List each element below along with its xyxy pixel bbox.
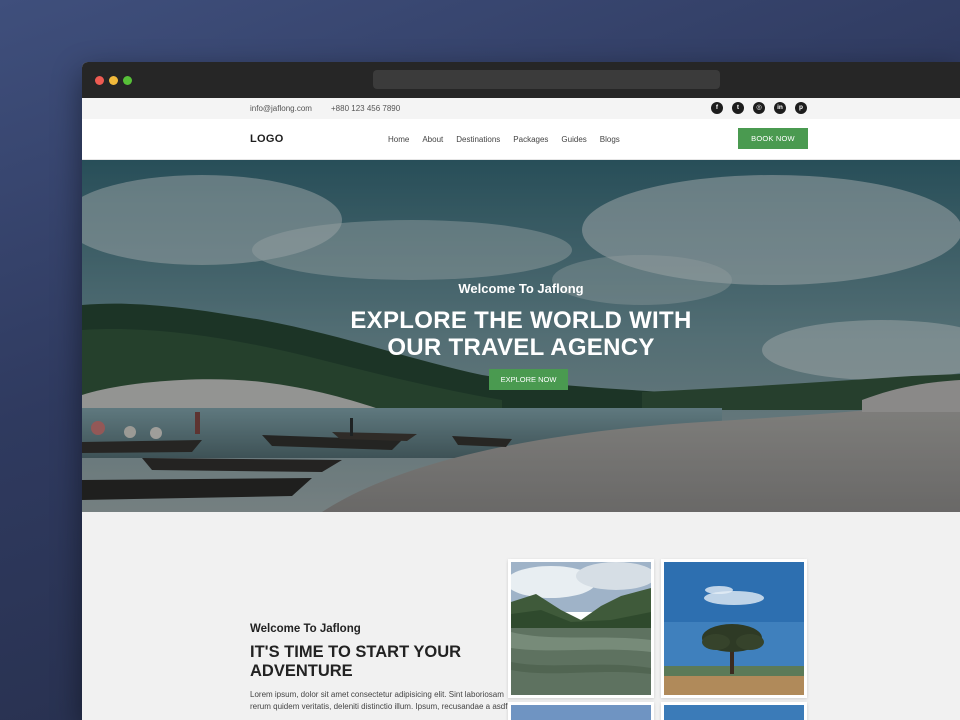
instagram-icon[interactable]: ◎ bbox=[753, 102, 765, 114]
nav-item-guides[interactable]: Guides bbox=[561, 135, 586, 144]
nav-item-blogs[interactable]: Blogs bbox=[600, 135, 620, 144]
hero-banner: Welcome To Jaflong EXPLORE THE WORLD WIT… bbox=[82, 160, 960, 512]
nav-item-destinations[interactable]: Destinations bbox=[456, 135, 500, 144]
main-navbar: LOGO Home About Destinations Packages Gu… bbox=[82, 119, 960, 160]
hero-title-line-1: EXPLORE THE WORLD WITH bbox=[350, 307, 692, 334]
explore-now-button[interactable]: EXPLORE NOW bbox=[489, 369, 568, 390]
about-heading-line-2: ADVENTURE bbox=[250, 662, 353, 680]
nav-menu: Home About Destinations Packages Guides … bbox=[388, 135, 620, 144]
maximize-window-button[interactable] bbox=[123, 76, 132, 85]
site-logo[interactable]: LOGO bbox=[250, 133, 284, 145]
contact-topbar: info@jaflong.com +880 123 456 7890 f t ◎… bbox=[82, 98, 960, 119]
hero-title-line-2: OUR TRAVEL AGENCY bbox=[387, 334, 655, 361]
about-body-text: Lorem ipsum, dolor sit amet consectetur … bbox=[250, 690, 508, 711]
about-heading: IT'S TIME TO START YOUR ADVENTURE bbox=[250, 643, 490, 681]
gallery-photo-river[interactable] bbox=[508, 559, 654, 698]
book-now-button[interactable]: BOOK NOW bbox=[738, 128, 808, 149]
contact-email[interactable]: info@jaflong.com bbox=[250, 104, 312, 113]
about-heading-line-1: IT'S TIME TO START YOUR bbox=[250, 643, 462, 661]
nav-item-home[interactable]: Home bbox=[388, 135, 409, 144]
contact-phone[interactable]: +880 123 456 7890 bbox=[331, 104, 400, 113]
gallery-photo-4[interactable] bbox=[661, 702, 807, 720]
hero-title: EXPLORE THE WORLD WITH OUR TRAVEL AGENCY bbox=[82, 307, 960, 361]
river-valley-image bbox=[511, 562, 651, 695]
nav-item-about[interactable]: About bbox=[422, 135, 443, 144]
minimize-window-button[interactable] bbox=[109, 76, 118, 85]
about-subtitle: Welcome To Jaflong bbox=[250, 623, 361, 635]
pinterest-icon[interactable]: p bbox=[795, 102, 807, 114]
gallery-photo-3[interactable] bbox=[508, 702, 654, 720]
browser-titlebar bbox=[82, 62, 960, 98]
linkedin-icon[interactable]: in bbox=[774, 102, 786, 114]
address-bar[interactable] bbox=[373, 70, 720, 89]
about-section: Welcome To Jaflong IT'S TIME TO START YO… bbox=[82, 512, 960, 720]
nav-item-packages[interactable]: Packages bbox=[513, 135, 548, 144]
browser-window: info@jaflong.com +880 123 456 7890 f t ◎… bbox=[82, 62, 960, 720]
close-window-button[interactable] bbox=[95, 76, 104, 85]
social-links: f t ◎ in p bbox=[711, 102, 807, 114]
gallery-photo-tree[interactable] bbox=[661, 559, 807, 698]
hero-welcome-text: Welcome To Jaflong bbox=[458, 281, 584, 296]
facebook-icon[interactable]: f bbox=[711, 102, 723, 114]
twitter-icon[interactable]: t bbox=[732, 102, 744, 114]
lone-tree-image bbox=[664, 562, 804, 695]
